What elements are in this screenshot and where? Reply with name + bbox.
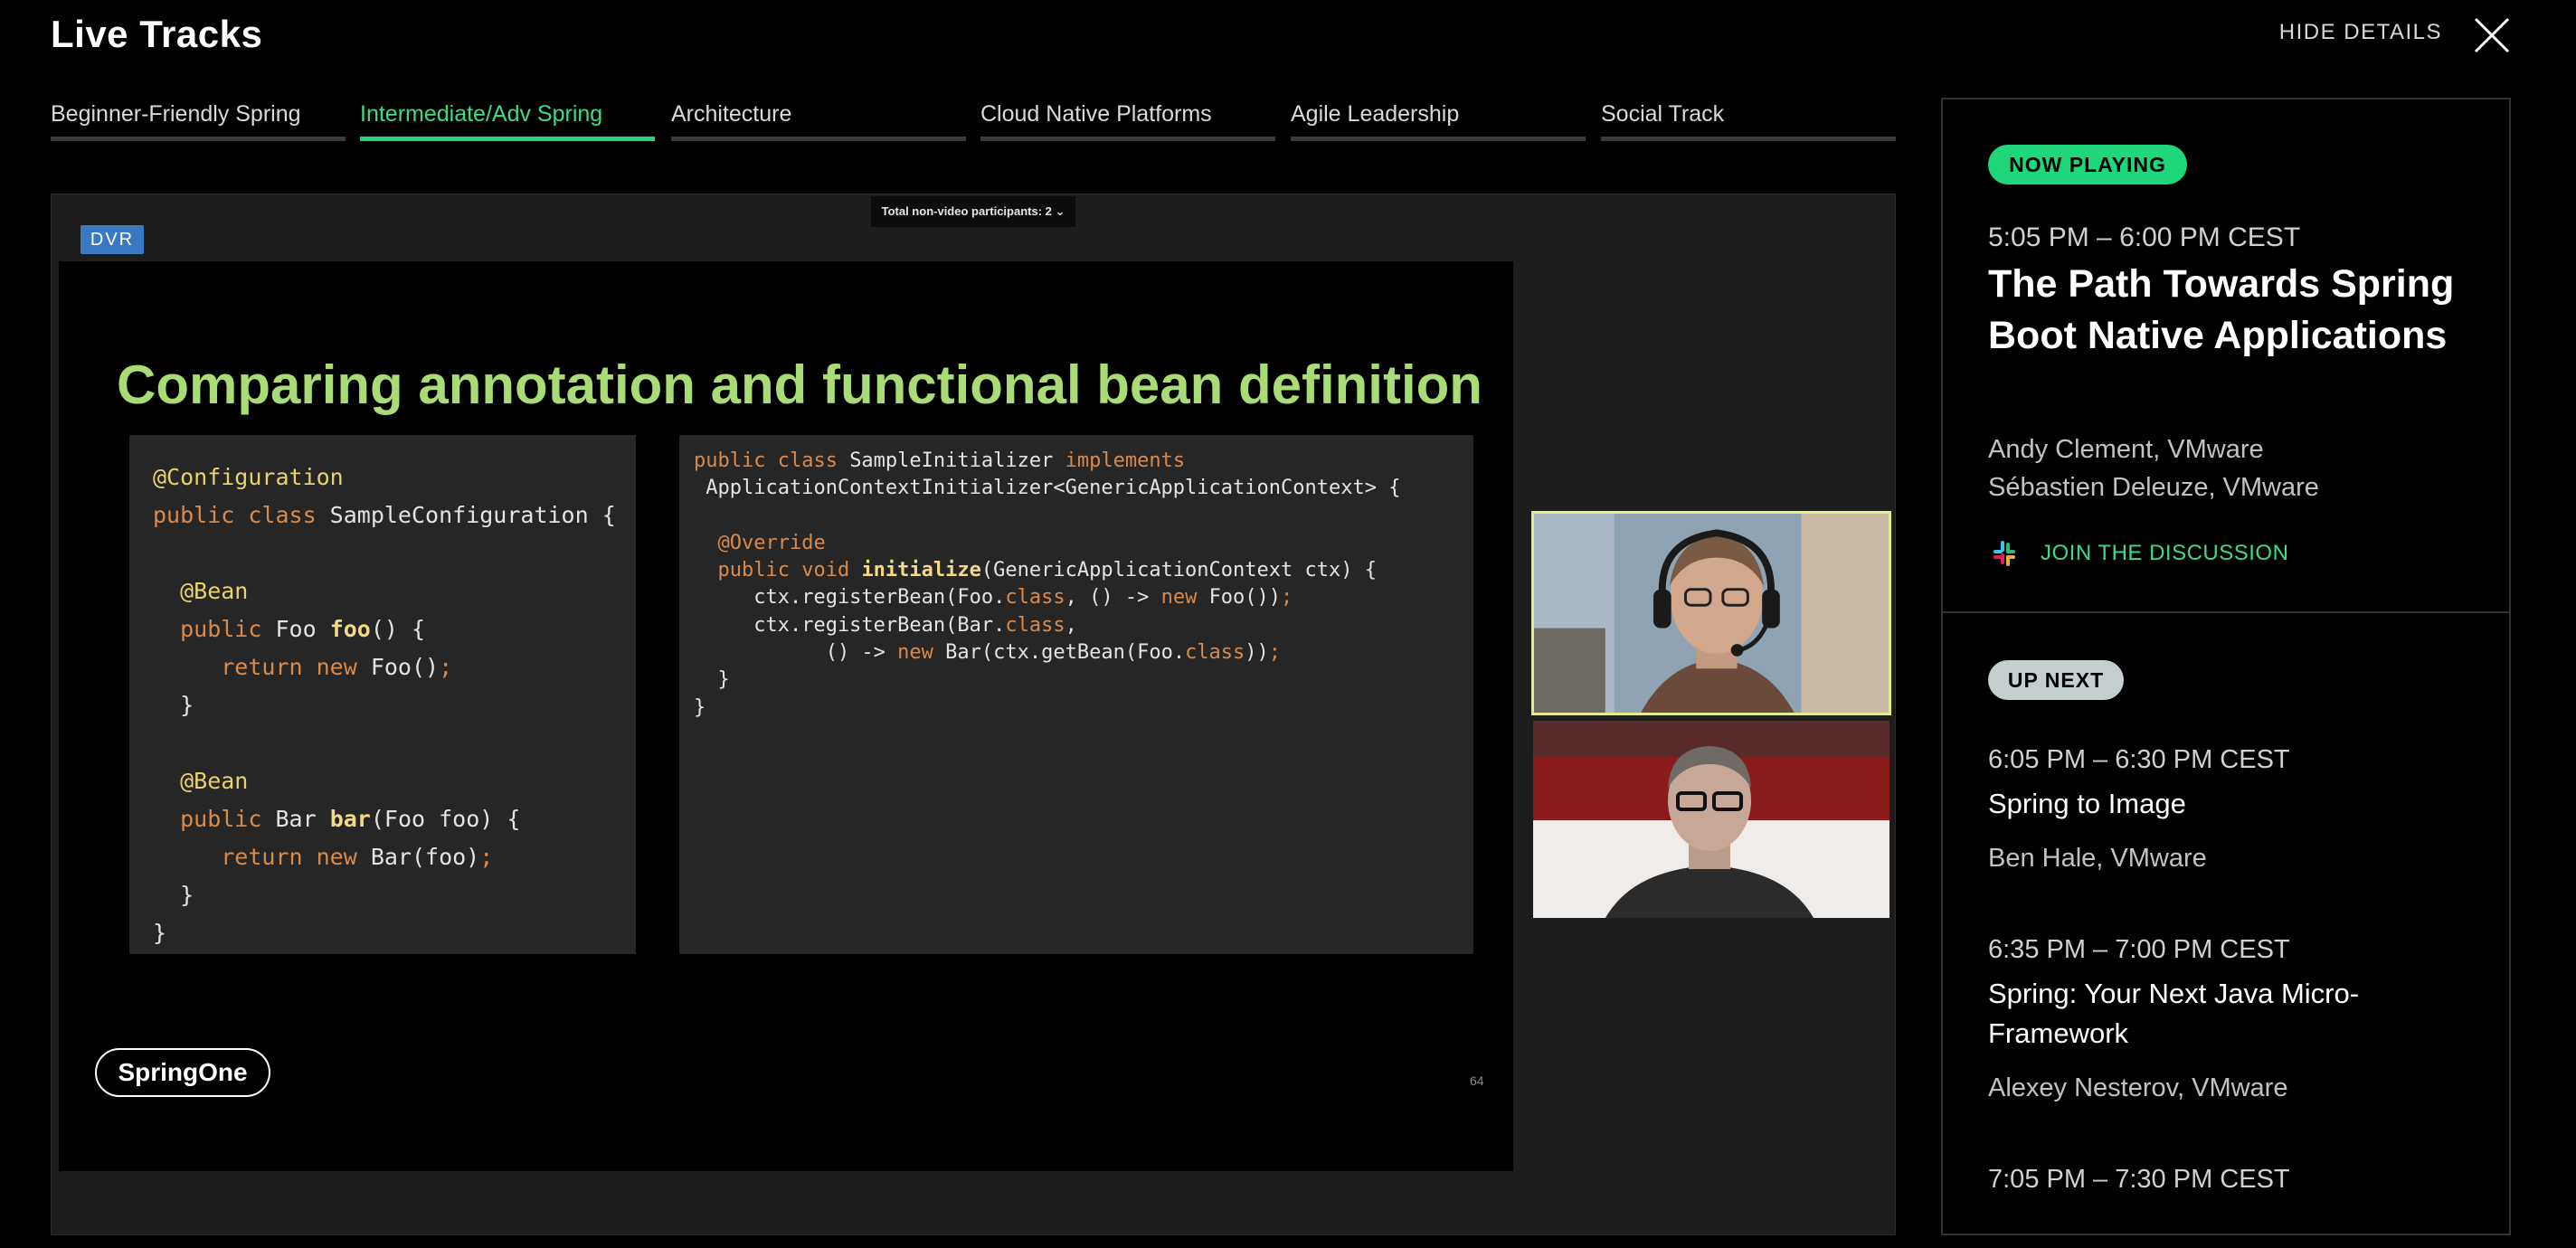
hide-details-button[interactable]: HIDE DETAILS	[2279, 20, 2442, 45]
speaker-video[interactable]	[1533, 721, 1889, 918]
code-block-functional: public class SampleInitializer implement…	[679, 435, 1473, 954]
code-block-annotation: @Configuration public class SampleConfigu…	[129, 435, 636, 954]
code-line: ctx.registerBean(Foo.class, () -> new Fo…	[694, 586, 1293, 610]
code-line: ApplicationContextInitializer<GenericApp…	[694, 477, 1401, 500]
code-line: public void initialize(GenericApplicatio…	[694, 559, 1377, 582]
speaker-video-image	[1534, 514, 1889, 713]
code-line: }	[694, 668, 730, 692]
slide-page-number: 64	[1470, 1073, 1484, 1088]
code-line: @Bean	[153, 578, 249, 604]
slack-icon	[1994, 541, 2015, 566]
tab-social-track[interactable]: Social Track	[1601, 101, 1896, 141]
up-next-badge: UP NEXT	[1988, 660, 2124, 700]
now-playing-title: The Path Towards Spring Boot Native Appl…	[1988, 262, 2455, 357]
up-next-title: Spring: Your Next Java Micro-Framework	[1988, 978, 2360, 1049]
up-next-item[interactable]: 6:05 PM – 6:30 PM CEST Spring to Image B…	[1988, 745, 2477, 874]
join-discussion-link[interactable]: JOIN THE DISCUSSION	[1988, 537, 2288, 570]
code-line: @Bean	[153, 768, 249, 794]
code-line: }	[153, 692, 194, 718]
presentation-slide: Comparing annotation and functional bean…	[59, 261, 1513, 1171]
now-playing-speakers: Andy Clement, VMware Sébastien Deleuze, …	[1988, 430, 2319, 506]
speaker-video-image	[1533, 721, 1889, 918]
slide-title: Comparing annotation and functional bean…	[117, 355, 1482, 415]
join-discussion-label: JOIN THE DISCUSSION	[2041, 541, 2289, 565]
up-next-item[interactable]: 7:05 PM – 7:30 PM CEST	[1988, 1165, 2477, 1195]
speaker-name: Sébastien Deleuze, VMware	[1988, 473, 2319, 502]
up-next-time: 6:35 PM – 7:00 PM CEST	[1988, 935, 2290, 964]
track-tabs: Beginner-Friendly Spring Intermediate/Ad…	[51, 101, 1896, 141]
tab-agile-leadership[interactable]: Agile Leadership	[1291, 101, 1586, 141]
up-next-speaker: Ben Hale, VMware	[1988, 844, 2207, 873]
code-line: }	[153, 882, 194, 908]
up-next-time: 6:05 PM – 6:30 PM CEST	[1988, 745, 2290, 774]
speaker-name: Andy Clement, VMware	[1988, 435, 2264, 464]
tab-beginner-friendly-spring[interactable]: Beginner-Friendly Spring	[51, 101, 346, 141]
code-line: () -> new Bar(ctx.getBean(Foo.class));	[694, 641, 1282, 665]
speaker-video-active[interactable]	[1531, 511, 1891, 715]
close-icon[interactable]	[2471, 14, 2513, 56]
tab-intermediate-adv-spring[interactable]: Intermediate/Adv Spring	[360, 101, 655, 141]
code-line: public class SampleConfiguration {	[153, 502, 616, 528]
code-line: return new Bar(foo);	[153, 844, 494, 870]
tab-architecture[interactable]: Architecture	[671, 101, 966, 141]
tab-label: Intermediate/Adv Spring	[360, 101, 603, 127]
up-next-item[interactable]: 6:35 PM – 7:00 PM CEST Spring: Your Next…	[1988, 935, 2477, 1103]
video-player[interactable]: Total non-video participants: 2 ⌄ DVR Co…	[51, 194, 1896, 1235]
tab-label: Beginner-Friendly Spring	[51, 101, 301, 127]
code-line: }	[694, 695, 706, 719]
code-line: }	[153, 920, 167, 946]
code-line: public Foo foo() {	[153, 616, 426, 642]
page-title: Live Tracks	[51, 13, 263, 55]
springone-logo: SpringOne	[95, 1048, 270, 1097]
tab-label: Agile Leadership	[1291, 101, 1460, 127]
up-next-speaker: Alexey Nesterov, VMware	[1988, 1073, 2288, 1102]
dvr-badge: DVR	[80, 225, 144, 254]
tab-label: Social Track	[1601, 101, 1725, 127]
session-details-panel: NOW PLAYING 5:05 PM – 6:00 PM CEST The P…	[1941, 98, 2511, 1235]
participants-dropdown[interactable]: Total non-video participants: 2 ⌄	[871, 196, 1075, 227]
up-next-time: 7:05 PM – 7:30 PM CEST	[1988, 1165, 2290, 1194]
now-playing-badge: NOW PLAYING	[1988, 145, 2187, 184]
code-line: public class SampleInitializer implement…	[694, 449, 1186, 472]
tab-label: Architecture	[671, 101, 792, 127]
tab-cloud-native-platforms[interactable]: Cloud Native Platforms	[980, 101, 1275, 141]
code-line: ctx.registerBean(Bar.class,	[694, 613, 1077, 637]
tab-label: Cloud Native Platforms	[980, 101, 1212, 127]
code-line: public Bar bar(Foo foo) {	[153, 806, 521, 832]
now-playing-time: 5:05 PM – 6:00 PM CEST	[1988, 222, 2301, 252]
up-next-title: Spring to Image	[1988, 788, 2186, 819]
code-line: @Override	[694, 531, 826, 554]
section-divider	[1943, 611, 2509, 613]
code-line: @Configuration	[153, 464, 344, 490]
code-line: return new Foo();	[153, 654, 453, 680]
